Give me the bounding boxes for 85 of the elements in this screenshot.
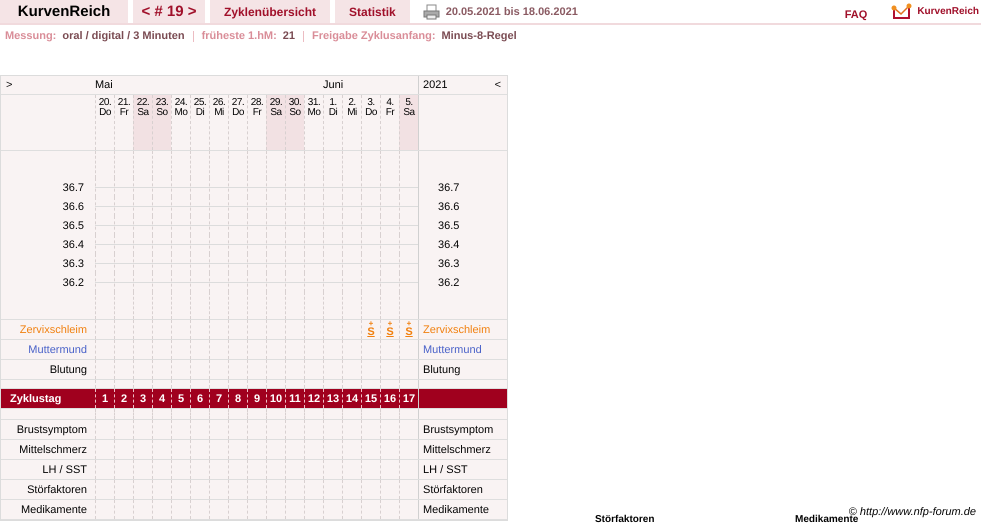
- date-header: 22. Sa: [133, 95, 152, 150]
- cycle-day-number: 3: [140, 392, 146, 404]
- temperature-label: 36.7: [62, 182, 84, 194]
- cycle-day-number: 13: [326, 392, 340, 404]
- row-label: Mittelschmerz: [19, 444, 87, 456]
- cervix-mark: + S: [385, 320, 395, 337]
- date-header: 30. So: [285, 95, 304, 150]
- info-value: oral / digital / 3 Minuten: [62, 30, 185, 42]
- row-label: Medikamente: [20, 504, 87, 516]
- column-label: Medikamente: [795, 514, 858, 525]
- row-label: Brustsymptom: [16, 424, 87, 436]
- temperature-label: 36.2: [438, 276, 460, 288]
- printer-icon[interactable]: [422, 4, 440, 20]
- info-value: Minus-8-Regel: [442, 30, 517, 42]
- cycle-day-label: Zyklustag: [10, 392, 62, 404]
- temperature-label: 36.5: [62, 220, 84, 232]
- cycle-day-number: 1: [102, 392, 108, 404]
- date-range: 20.05.2021 bis 18.06.2021: [446, 6, 578, 18]
- cycle-day-number: 5: [178, 392, 184, 404]
- nav-tab[interactable]: Statistik: [335, 0, 410, 23]
- cycle-day-number: 16: [384, 392, 396, 404]
- cycle-day-number: 17: [402, 392, 416, 404]
- temperature-label: 36.4: [438, 238, 460, 250]
- row-label: Blutung: [50, 364, 87, 376]
- row-label: Mittelschmerz: [423, 444, 491, 456]
- date-header: 31. Mo: [304, 95, 323, 150]
- temperature-label: 36.6: [62, 200, 84, 212]
- cervix-mark: + S: [404, 320, 414, 337]
- temperature-label: 36.4: [62, 238, 84, 250]
- cycle-day-number: 8: [234, 392, 242, 404]
- date-header: 26. Mi: [209, 95, 228, 150]
- info-label: Freigabe Zyklusanfang:: [312, 30, 436, 42]
- cycle-day-number: 2: [120, 392, 128, 404]
- month-label: Mai: [95, 79, 113, 91]
- logo-icon: [891, 2, 914, 20]
- nav-tab[interactable]: Zyklenübersicht: [210, 0, 330, 23]
- row-label: Zervixschleim: [20, 324, 87, 336]
- app-title[interactable]: KurvenReich: [0, 0, 128, 23]
- row-label: Zervixschleim: [423, 324, 490, 336]
- row-label: Brustsymptom: [423, 424, 494, 436]
- temperature-label: 36.3: [438, 258, 460, 270]
- date-header: 23. So: [152, 95, 171, 150]
- temperature-label: 36.7: [438, 182, 460, 194]
- logo-text: KurvenReich: [917, 6, 979, 17]
- cycle-day-number: 11: [289, 392, 301, 404]
- row-label: Medikamente: [423, 504, 490, 516]
- date-header: 20. Do: [95, 95, 114, 150]
- temperature-label: 36.3: [62, 258, 84, 270]
- cycle-day-number: 12: [308, 392, 320, 404]
- row-label: LH / SST: [42, 464, 87, 476]
- info-label: früheste 1.hM:: [202, 30, 277, 42]
- date-header: 29. Sa: [266, 95, 285, 150]
- cycle-day-number: 10: [270, 392, 282, 404]
- row-label: Störfaktoren: [27, 484, 87, 496]
- cycle-day-number: 6: [196, 392, 204, 404]
- date-header: 3. Do: [361, 95, 380, 150]
- month-label: Juni: [323, 79, 344, 91]
- prev-arrow[interactable]: >: [6, 79, 12, 91]
- next-arrow[interactable]: <: [494, 79, 501, 91]
- cycle-day-number: 4: [158, 392, 166, 404]
- row-label: Störfaktoren: [423, 484, 483, 496]
- cycle-day-number: 9: [254, 392, 260, 404]
- faq-link[interactable]: FAQ: [844, 9, 868, 21]
- row-label: LH / SST: [423, 464, 468, 476]
- cycle-day-number: 14: [346, 392, 358, 404]
- date-header: 5. Sa: [399, 95, 418, 150]
- temperature-label: 36.2: [62, 276, 84, 288]
- cycle-nav-button[interactable]: < # 19 >: [133, 0, 205, 23]
- column-label: Störfaktoren: [595, 514, 654, 525]
- row-label: Muttermund: [28, 344, 87, 356]
- date-header: 27. Do: [228, 95, 247, 150]
- date-header: 1. Di: [323, 95, 342, 150]
- info-value: 21: [282, 30, 296, 42]
- row-label: Blutung: [423, 364, 460, 376]
- year-label: 2021: [423, 79, 448, 91]
- temperature-label: 36.5: [438, 220, 460, 232]
- cervix-mark: + S: [366, 320, 376, 337]
- cycle-day-number: 7: [216, 392, 222, 404]
- info-label: Messung:: [5, 30, 56, 42]
- row-label: Muttermund: [423, 344, 482, 356]
- cycle-day-number: 15: [364, 392, 378, 404]
- temperature-label: 36.6: [438, 200, 460, 212]
- date-header: 2. Mi: [342, 95, 361, 150]
- date-header: 25. Di: [190, 95, 209, 150]
- date-header: 24. Mo: [171, 95, 190, 150]
